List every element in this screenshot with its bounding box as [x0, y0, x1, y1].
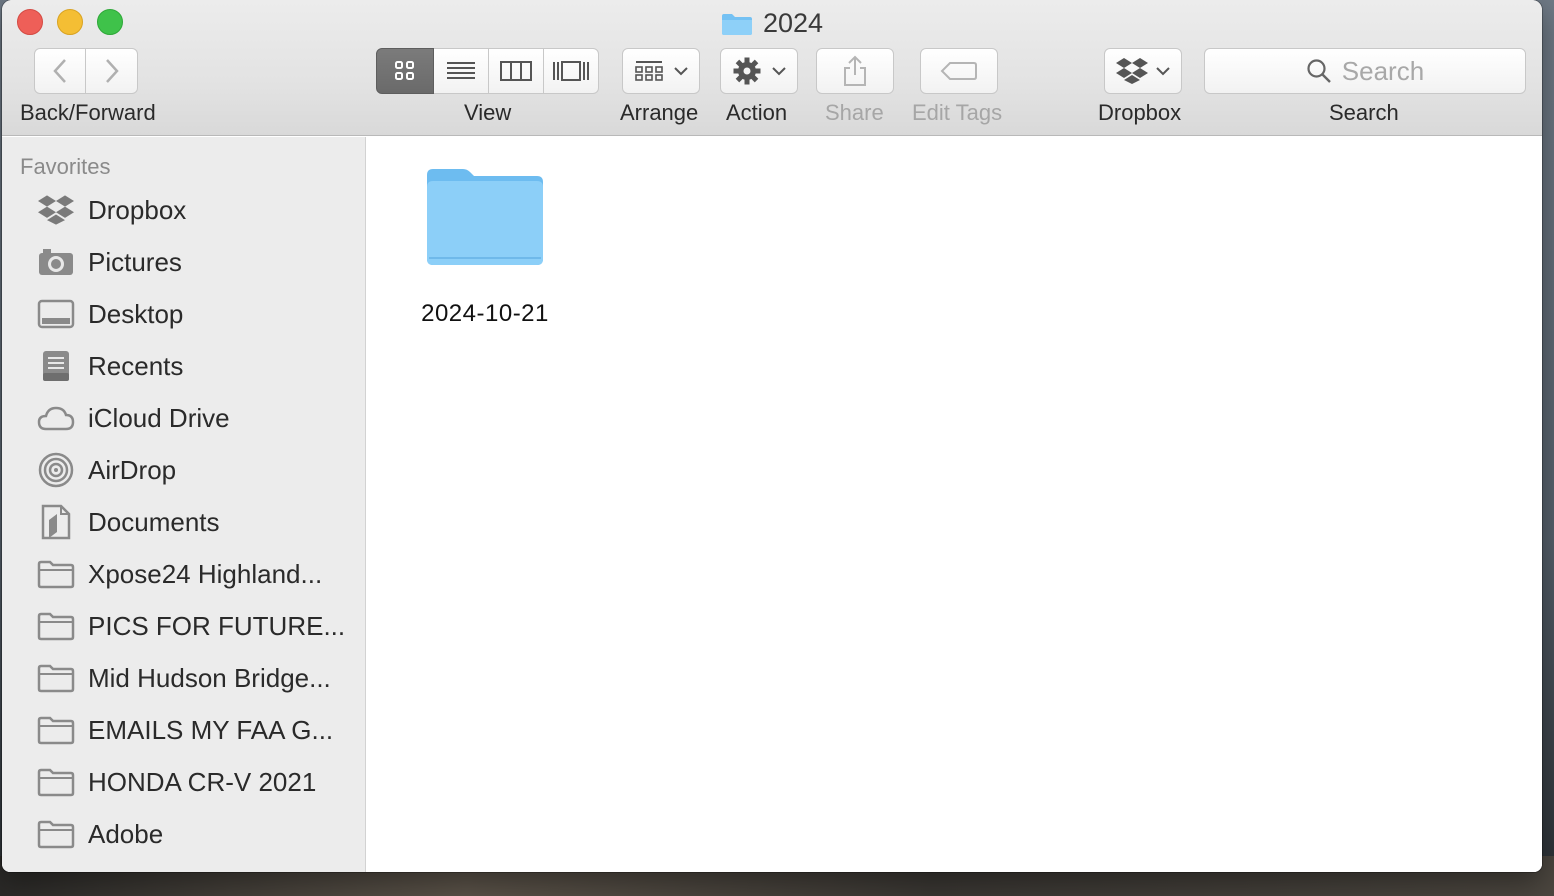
search-input[interactable]: Search — [1204, 48, 1526, 94]
folder-icon — [721, 13, 752, 35]
sidebar-item-folder[interactable]: HONDA CR-V 2021 — [36, 762, 316, 802]
sidebar: Favorites Dropbox Pictures Desktop Recen… — [2, 137, 366, 872]
gear-icon — [733, 57, 761, 85]
columns-icon — [500, 61, 532, 81]
share-button[interactable] — [816, 48, 894, 94]
desktop-icon — [37, 299, 75, 329]
share-control — [816, 48, 894, 94]
action-button[interactable] — [720, 48, 798, 94]
folder-icon — [37, 716, 75, 745]
sidebar-item-desktop[interactable]: Desktop — [36, 294, 183, 334]
edit-tags-button[interactable] — [920, 48, 998, 94]
sidebar-item-airdrop[interactable]: AirDrop — [36, 450, 176, 490]
search-control: Search — [1204, 48, 1526, 94]
action-label: Action — [726, 100, 788, 125]
airdrop-icon — [38, 452, 74, 488]
document-icon — [41, 504, 71, 540]
dropbox-icon — [1116, 58, 1148, 84]
sidebar-item-label: iCloud Drive — [88, 402, 230, 433]
back-forward-control — [34, 48, 138, 94]
sidebar-item-label: Recents — [88, 350, 184, 381]
sidebar-item-folder[interactable]: Adobe — [36, 814, 163, 854]
sidebar-item-icloud-drive[interactable]: iCloud Drive — [36, 398, 230, 438]
sidebar-item-label: HONDA CR-V 2021 — [88, 766, 317, 797]
arrange-icon — [635, 61, 663, 81]
view-control — [376, 48, 599, 94]
sidebar-item-recents[interactable]: Recents — [36, 346, 183, 386]
sidebar-item-label: Mid Hudson Bridge... — [88, 662, 331, 693]
sidebar-item-folder[interactable]: Mid Hudson Bridge... — [36, 658, 331, 698]
gallery-view-button[interactable] — [544, 48, 599, 94]
window-title-text: 2024 — [762, 8, 824, 38]
view-label: View — [464, 100, 512, 125]
finder-window: 2024 Back/Forward View Arrange Action Sh… — [2, 0, 1542, 872]
folder-icon — [37, 820, 75, 849]
sidebar-item-pictures[interactable]: Pictures — [36, 242, 182, 282]
sidebar-item-label: Pictures — [88, 246, 182, 277]
list-view-button[interactable] — [434, 48, 489, 94]
sidebar-item-label: Documents — [88, 506, 220, 537]
sidebar-item-label: AirDrop — [88, 454, 177, 485]
folder-icon — [427, 169, 543, 265]
share-label: Share — [825, 100, 884, 125]
search-placeholder: Search — [1341, 55, 1425, 86]
folder-icon — [37, 664, 75, 693]
column-view-button[interactable] — [489, 48, 544, 94]
sidebar-item-documents[interactable]: Documents — [36, 502, 220, 542]
file-item-folder[interactable]: 2024-10-21 — [415, 167, 555, 328]
sidebar-item-label: EMAILS MY FAA G... — [88, 714, 334, 745]
file-name: 2024-10-21 — [421, 300, 549, 327]
chevron-down-icon — [772, 67, 786, 76]
dropbox-control — [1104, 48, 1182, 94]
folder-icon — [37, 560, 75, 589]
cloud-icon — [37, 406, 75, 431]
chevron-down-icon — [1156, 67, 1170, 76]
chevron-down-icon — [674, 67, 688, 76]
dropbox-icon — [38, 195, 74, 225]
folder-icon — [37, 768, 75, 797]
sidebar-item-label: Adobe — [88, 818, 164, 849]
arrange-label: Arrange — [620, 100, 699, 125]
search-label: Search — [1329, 100, 1399, 125]
arrange-control — [622, 48, 700, 94]
chevron-left-icon — [53, 59, 66, 83]
gallery-icon — [553, 61, 589, 81]
sidebar-item-label: Desktop — [88, 298, 184, 329]
dropbox-label: Dropbox — [1098, 100, 1182, 125]
sidebar-item-folder[interactable]: PICS FOR FUTURE... — [36, 606, 345, 646]
share-icon — [844, 55, 866, 86]
window-title: 2024 — [2, 8, 1542, 39]
back-forward-label: Back/Forward — [20, 100, 156, 125]
edit-tags-label: Edit Tags — [912, 100, 1003, 125]
sidebar-item-label: PICS FOR FUTURE... — [88, 610, 346, 641]
back-button[interactable] — [34, 48, 86, 94]
recents-icon — [43, 351, 69, 381]
sidebar-item-folder[interactable]: EMAILS MY FAA G... — [36, 710, 333, 750]
sidebar-heading-favorites: Favorites — [20, 154, 111, 179]
toolbar: 2024 Back/Forward View Arrange Action Sh… — [2, 0, 1542, 136]
chevron-right-icon — [105, 59, 119, 83]
arrange-button[interactable] — [622, 48, 700, 94]
camera-icon — [39, 249, 73, 275]
grid-icon — [395, 61, 414, 80]
forward-button[interactable] — [86, 48, 138, 94]
folder-icon — [37, 612, 75, 641]
search-icon — [1307, 59, 1331, 83]
sidebar-item-label: Xpose24 Highland... — [88, 558, 323, 589]
icon-view-button[interactable] — [376, 48, 434, 94]
sidebar-item-folder[interactable]: Xpose24 Highland... — [36, 554, 322, 594]
tag-icon — [940, 62, 977, 80]
action-control — [720, 48, 798, 94]
file-browser-content: 2024-10-21 — [367, 137, 1542, 872]
sidebar-item-label: Dropbox — [88, 194, 187, 225]
list-icon — [447, 62, 475, 79]
edit-tags-control — [920, 48, 998, 94]
dropbox-button[interactable] — [1104, 48, 1182, 94]
sidebar-item-dropbox[interactable]: Dropbox — [36, 190, 186, 230]
